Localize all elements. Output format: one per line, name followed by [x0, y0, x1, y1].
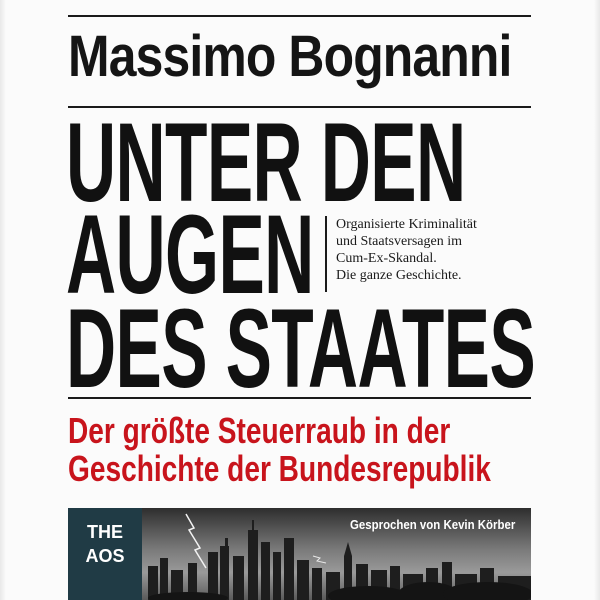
top-rule [68, 15, 531, 17]
cover-edge-right [594, 0, 600, 600]
publisher-logo: THE AOS [68, 508, 142, 600]
publisher-line-2: AOS [85, 546, 125, 566]
narrator-credit: Gesprochen von Kevin Körber [350, 517, 516, 532]
tagline: Organisierte Kriminalität und Staatsvers… [336, 216, 536, 284]
publisher-line-1: THE [87, 522, 123, 542]
title-line-3: DES STAATES [66, 286, 536, 411]
tagline-line-1: Organisierte Kriminalität [336, 217, 477, 232]
cover-edge-left [0, 0, 6, 600]
tagline-bar [325, 216, 327, 292]
author-name: Massimo Bognanni [68, 24, 512, 89]
tagline-line-3: Cum-Ex-Skandal. [336, 251, 437, 266]
subtitle-line-2: Geschichte der Bundesrepublik [68, 448, 491, 489]
subtitle-rule [68, 397, 531, 399]
subtitle-line-1: Der größte Steuerraub in der [68, 410, 451, 451]
audiobook-cover: Massimo Bognanni UNTER DEN AUGEN DES STA… [0, 0, 600, 600]
tagline-line-4: Die ganze Geschichte. [336, 268, 462, 283]
subtitle: Der größte Steuerraub in der Geschichte … [68, 410, 491, 489]
tagline-line-2: und Staatsversagen im [336, 234, 462, 249]
